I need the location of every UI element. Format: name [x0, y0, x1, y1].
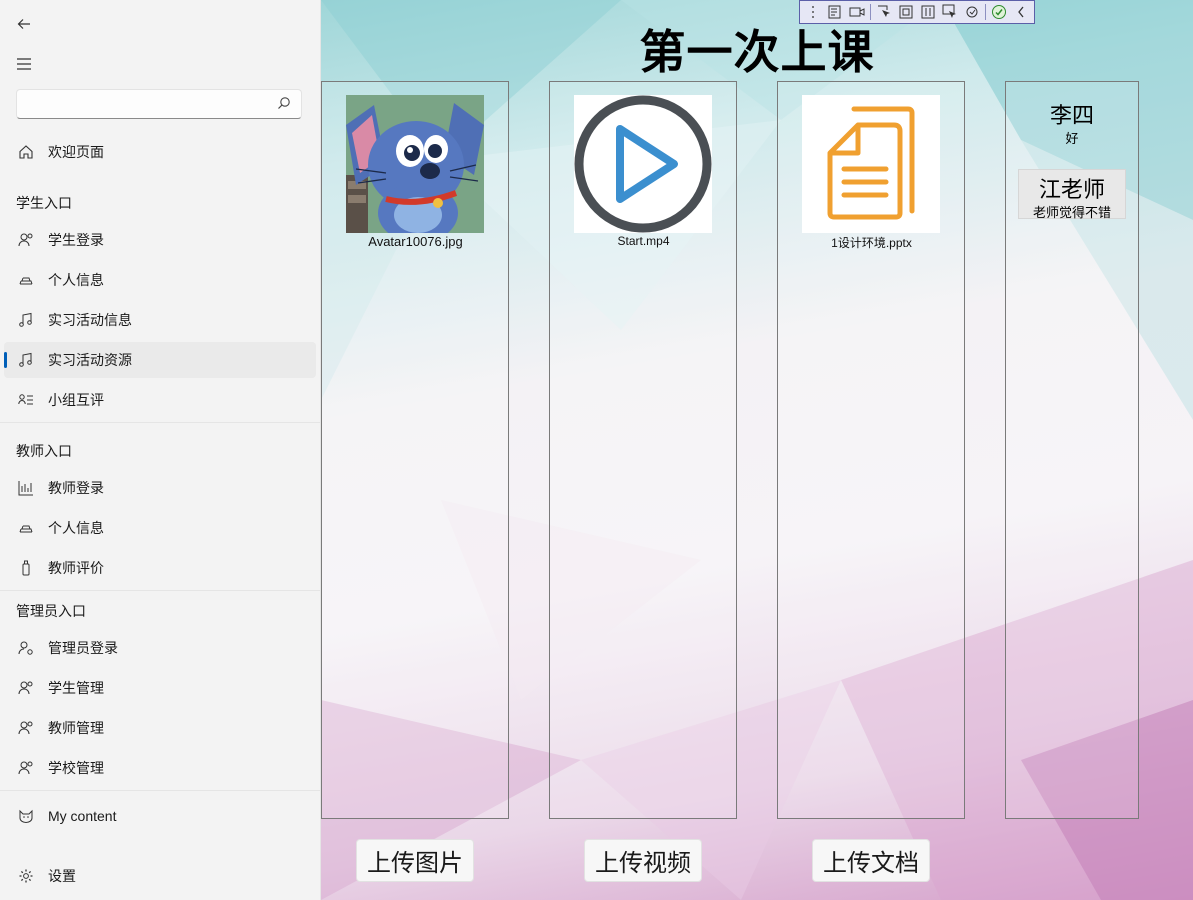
student-comment: 好	[1065, 132, 1079, 147]
teacher-comment: 老师觉得不错	[1032, 206, 1111, 221]
video-thumbnail[interactable]	[574, 95, 712, 233]
cartoon-character-image	[346, 95, 484, 233]
people-icon	[16, 680, 36, 696]
search-box[interactable]	[16, 89, 302, 119]
search-input[interactable]	[17, 90, 287, 118]
live-tree-icon[interactable]	[824, 1, 846, 23]
collapse-chevron-icon[interactable]	[1010, 1, 1032, 23]
nav-item-label: 教师评价	[48, 560, 104, 576]
nav-item-teacher-mgmt[interactable]: 教师管理	[4, 710, 316, 746]
nav-item-admin-login[interactable]: 管理员登录	[4, 630, 316, 666]
nav-item-teacher-info[interactable]: 个人信息	[4, 510, 316, 546]
hover-select-icon[interactable]	[939, 1, 961, 23]
teacher-comment-card: 江老师 老师觉得不错	[1018, 169, 1126, 221]
video-column: Start.mp4	[549, 81, 737, 819]
usb-drive-icon	[16, 560, 36, 576]
divider	[0, 590, 320, 591]
nav-item-label: 实习活动信息	[48, 312, 132, 328]
nav-item-student-mgmt[interactable]: 学生管理	[4, 670, 316, 706]
people-icon	[16, 720, 36, 736]
nav-item-label: 欢迎页面	[48, 144, 104, 160]
people-icon	[16, 760, 36, 776]
nav-item-label: 个人信息	[48, 520, 104, 536]
nav-item-teacher-eval[interactable]: 教师评价	[4, 550, 316, 586]
play-video-icon	[574, 95, 712, 233]
upload-image-button[interactable]: 上传图片	[356, 839, 474, 882]
nav-item-label: 管理员登录	[48, 640, 118, 656]
activity-resources-page: 第一次上课 Avatar10076.jpg Start.mp4 1设计环境.pp…	[321, 0, 1193, 900]
divider	[0, 422, 320, 423]
checkmark-icon[interactable]	[988, 1, 1010, 23]
people-icon	[16, 232, 36, 248]
nav-item-my-content[interactable]: My content	[4, 798, 316, 834]
teacher-name: 江老师	[1038, 178, 1105, 203]
document-column: 1设计环境.pptx	[777, 81, 965, 819]
hamburger-menu-icon[interactable]	[10, 50, 38, 78]
person-list-icon	[16, 392, 36, 408]
chart-icon	[16, 480, 36, 496]
home-icon	[16, 144, 36, 160]
section-header-teacher: 教师入口	[16, 443, 72, 459]
page-title: 第一次上课	[639, 25, 875, 79]
upload-video-button[interactable]: 上传视频	[584, 839, 702, 882]
video-camera-icon[interactable]	[846, 1, 868, 23]
back-arrow-icon[interactable]	[10, 10, 38, 38]
nav-item-label: 学校管理	[48, 760, 104, 776]
nav-item-label: 小组互评	[48, 392, 104, 408]
nav-item-label: 设置	[48, 868, 76, 884]
nav-item-label: 学生管理	[48, 680, 104, 696]
document-file-icon	[827, 106, 915, 220]
nav-item-school-mgmt[interactable]: 学校管理	[4, 750, 316, 786]
toolbar-separator	[870, 4, 871, 20]
gear-icon	[16, 868, 36, 884]
comments-column: 李四 好 江老师 老师觉得不错	[1005, 81, 1139, 819]
divider	[0, 790, 320, 791]
accessibility-icon[interactable]	[961, 1, 983, 23]
document-thumbnail[interactable]	[802, 95, 940, 233]
navigation-sidebar: 欢迎页面 学生入口 学生登录 个人信息 实习活动信息 实习活动资源 小组互评 教…	[0, 0, 321, 900]
search-icon[interactable]	[277, 96, 291, 115]
nav-item-label: 教师登录	[48, 480, 104, 496]
image-filename: Avatar10076.jpg	[368, 234, 463, 249]
nav-item-activity-resources[interactable]: 实习活动资源	[4, 342, 316, 378]
image-thumbnail[interactable]	[346, 95, 484, 233]
document-filename: 1设计环境.pptx	[831, 236, 912, 250]
person-settings-icon	[16, 640, 36, 656]
nav-item-student-login[interactable]: 学生登录	[4, 222, 316, 258]
toolbar-separator	[985, 4, 986, 20]
video-filename: Start.mp4	[617, 234, 670, 248]
select-element-icon[interactable]	[873, 1, 895, 23]
nav-item-peer-review[interactable]: 小组互评	[4, 382, 316, 418]
nav-item-settings[interactable]: 设置	[4, 858, 316, 894]
nav-item-activity-info[interactable]: 实习活动信息	[4, 302, 316, 338]
nav-item-label: 实习活动资源	[48, 352, 132, 368]
nav-item-student-info[interactable]: 个人信息	[4, 262, 316, 298]
stack-icon	[16, 520, 36, 536]
section-header-student: 学生入口	[16, 195, 72, 211]
student-name: 李四	[1049, 104, 1094, 129]
cat-face-icon	[16, 808, 36, 824]
upload-document-button[interactable]: 上传文档	[812, 839, 930, 882]
music-note-icon	[16, 312, 36, 328]
selection-indicator	[4, 352, 7, 368]
nav-item-label: My content	[48, 808, 117, 824]
stack-icon	[16, 272, 36, 288]
track-focus-icon[interactable]	[917, 1, 939, 23]
music-note-icon	[16, 352, 36, 368]
nav-item-welcome[interactable]: 欢迎页面	[4, 134, 316, 170]
nav-item-label: 学生登录	[48, 232, 104, 248]
nav-item-label: 教师管理	[48, 720, 104, 736]
image-column: Avatar10076.jpg	[321, 81, 509, 819]
grip-icon[interactable]	[802, 1, 824, 23]
section-header-admin: 管理员入口	[16, 603, 86, 619]
nav-item-label: 个人信息	[48, 272, 104, 288]
debug-toolbar	[799, 0, 1035, 24]
display-layout-icon[interactable]	[895, 1, 917, 23]
nav-item-teacher-login[interactable]: 教师登录	[4, 470, 316, 506]
